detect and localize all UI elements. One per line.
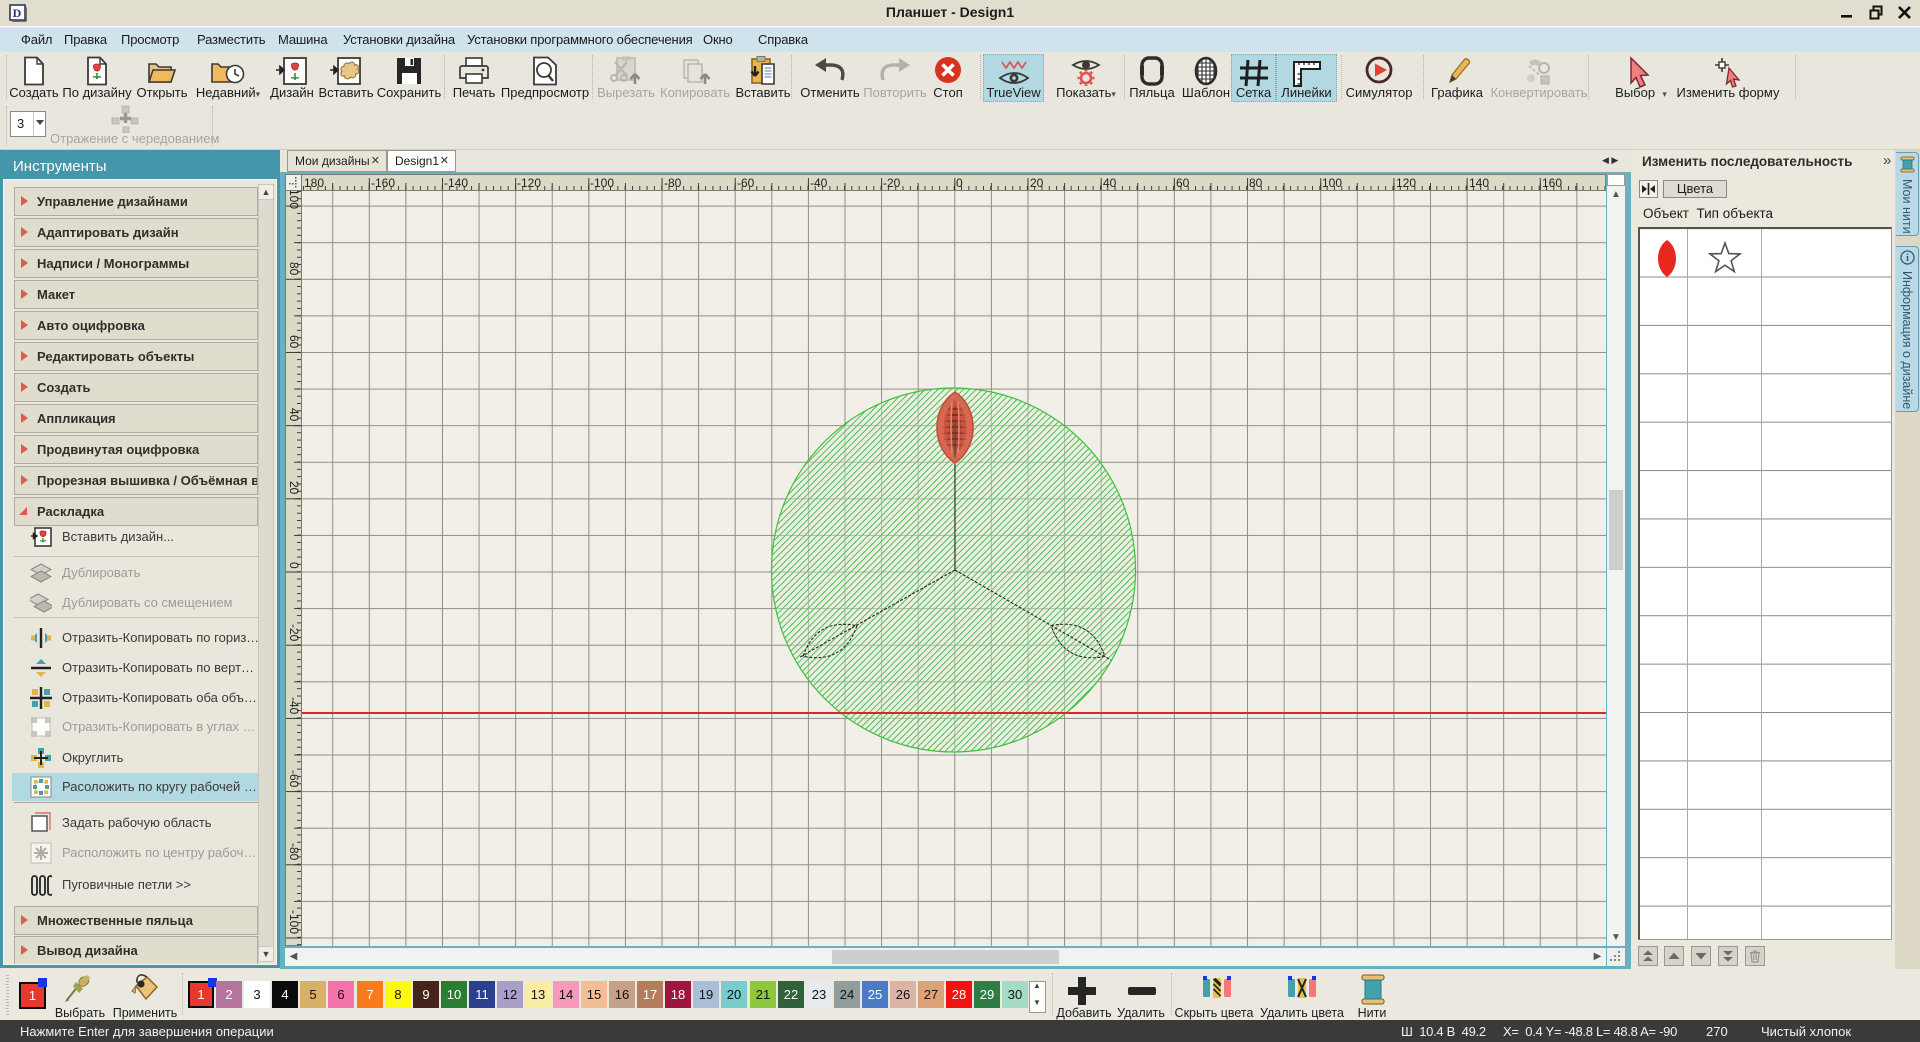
svg-text:i: i [1906,253,1909,264]
svg-text:D: D [13,6,22,20]
